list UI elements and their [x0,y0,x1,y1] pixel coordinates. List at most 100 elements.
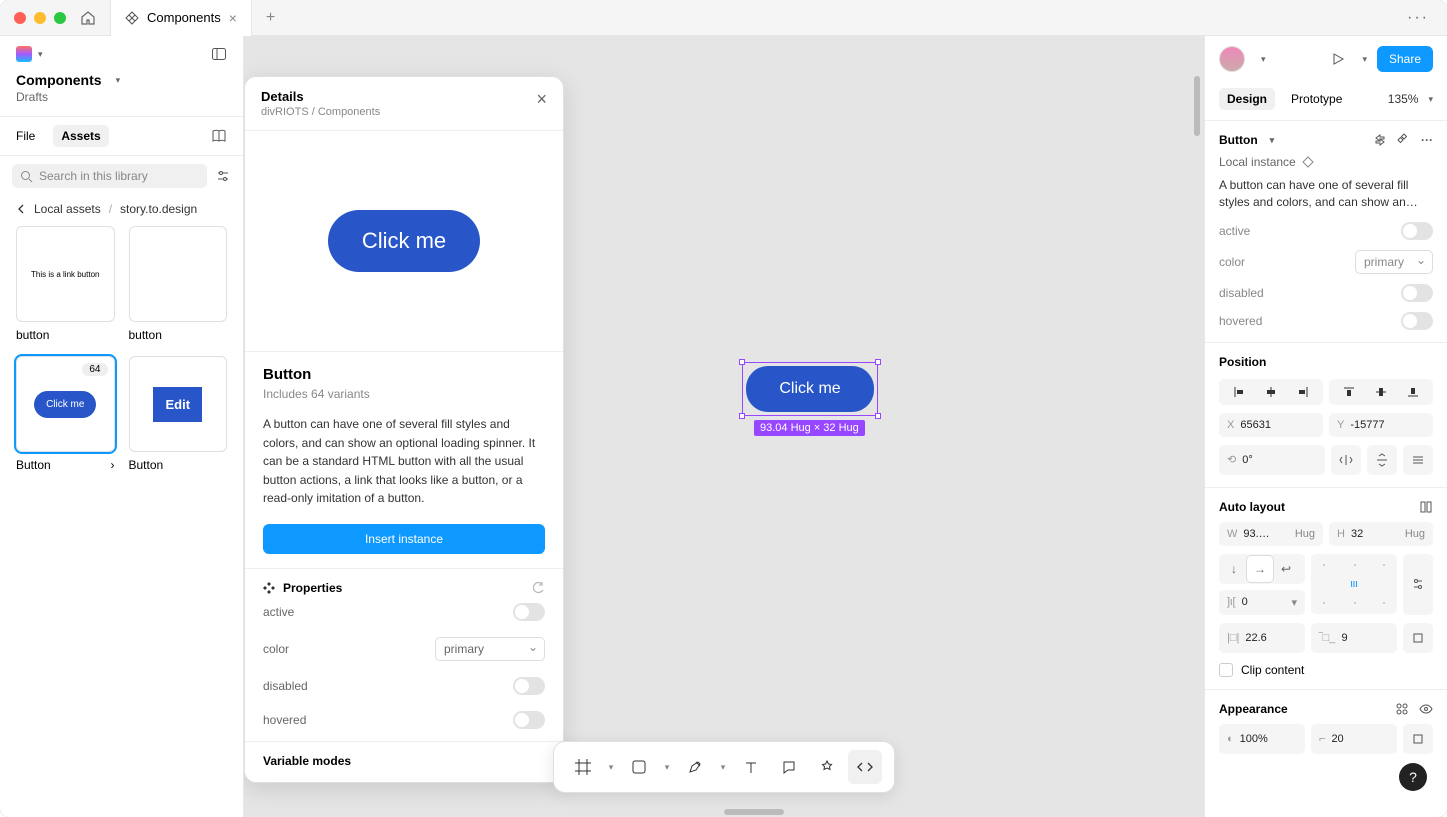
rotation-input[interactable]: ⟲0° [1219,445,1325,475]
chevron-down-icon[interactable]: ▾ [716,750,730,784]
asset-label: button [16,328,49,342]
comment-tool-icon[interactable] [772,750,806,784]
flip-h-icon[interactable] [1331,445,1361,475]
opacity-input[interactable]: ◐100% [1219,724,1305,754]
prop-active-toggle[interactable] [1401,222,1433,240]
direction-group[interactable]: ↓ → ↩ [1219,554,1305,584]
window-zoom-icon[interactable] [54,12,66,24]
chevron-down-icon[interactable]: ▾ [1362,54,1367,65]
dev-mode-icon[interactable] [848,750,882,784]
home-button[interactable] [80,10,110,26]
file-tab[interactable]: File [16,129,35,143]
more-icon[interactable]: ··· [1421,133,1433,147]
drafts-label[interactable]: Drafts [0,88,243,116]
autolayout-advanced-icon[interactable] [1403,554,1433,615]
frame-tool-icon[interactable] [566,750,600,784]
chevron-down-icon[interactable]: ▾ [1261,54,1266,65]
prop-hovered-label: hovered [263,713,306,727]
variant-count-badge: 64 [82,363,107,376]
prototype-tab[interactable]: Prototype [1291,92,1342,106]
visibility-icon[interactable] [1419,702,1433,716]
play-icon[interactable] [1330,51,1346,67]
chevron-down-icon[interactable]: ▾ [660,750,674,784]
avatar[interactable] [1219,46,1245,72]
padding-v-input[interactable]: ‾□_9 [1311,623,1397,653]
chevron-down-icon[interactable]: ▾ [116,75,121,86]
y-input[interactable]: Y-15777 [1329,413,1433,437]
scrollbar-vertical[interactable] [1194,76,1200,136]
chevron-right-icon: › [111,458,115,472]
search-icon [20,170,33,183]
prop-disabled-toggle[interactable] [1401,284,1433,302]
crumb-library[interactable]: story.to.design [120,202,197,216]
component-name[interactable]: Button [1219,133,1258,147]
prop-active-toggle[interactable] [513,603,545,621]
asset-item[interactable]: Edit Button [129,356,228,472]
align-vertical-group[interactable] [1329,379,1433,405]
style-icon[interactable] [1395,702,1409,716]
figma-logo-icon[interactable] [16,46,32,62]
height-input[interactable]: H32Hug [1329,522,1433,546]
autolayout-settings-icon[interactable] [1419,500,1433,514]
canvas[interactable]: Details divRIOTS / Components × Click me… [244,36,1204,817]
align-horizontal-group[interactable] [1219,379,1323,405]
new-tab-button[interactable]: + [252,9,289,27]
asset-item[interactable]: button [129,226,228,342]
scrollbar-horizontal[interactable] [724,809,784,815]
asset-item[interactable]: This is a link button button [16,226,115,342]
details-title: Button [263,366,545,383]
swap-instance-icon[interactable] [1373,133,1387,147]
variable-modes-label[interactable]: Variable modes [245,741,563,782]
refresh-icon[interactable] [531,581,545,595]
actions-icon[interactable] [810,750,844,784]
insert-instance-button[interactable]: Insert instance [263,524,545,554]
local-instance-label: Local instance [1219,155,1296,169]
window-close-icon[interactable] [14,12,26,24]
individual-corners-icon[interactable] [1403,724,1433,754]
prop-disabled-toggle[interactable] [513,677,545,695]
prop-hovered-toggle[interactable] [1401,312,1433,330]
align-center-v-icon [1373,384,1389,400]
padding-h-input[interactable]: |□|22.6 [1219,623,1305,653]
alignment-box[interactable]: ιιι [1311,554,1397,614]
prop-color-select[interactable]: primary [435,637,545,661]
width-input[interactable]: W93.…Hug [1219,522,1323,546]
chevron-down-icon[interactable]: ▾ [1270,135,1275,146]
clip-content-checkbox[interactable] [1219,663,1233,677]
assets-tab[interactable]: Assets [53,125,108,147]
pen-tool-icon[interactable] [678,750,712,784]
share-button[interactable]: Share [1377,46,1433,72]
clip-content-label: Clip content [1241,663,1304,677]
shape-tool-icon[interactable] [622,750,656,784]
library-icon[interactable] [211,128,227,144]
prop-hovered-toggle[interactable] [513,711,545,729]
chevron-down-icon[interactable]: ▾ [38,49,43,60]
zoom-control[interactable]: 135%▾ [1388,92,1433,106]
gap-input[interactable]: ]ι[0▾ [1219,590,1305,615]
filter-icon[interactable] [215,168,231,184]
back-icon[interactable] [16,204,26,214]
project-title[interactable]: Components [16,72,102,88]
tab-close-icon[interactable]: × [229,10,237,26]
prop-color-select[interactable]: primary [1355,250,1433,274]
asset-item[interactable]: 64 Click me Button› [16,356,115,472]
search-input[interactable]: Search in this library [12,164,207,188]
app-menu-icon[interactable]: ··· [1389,9,1447,27]
corner-radius-input[interactable]: ⌐20 [1311,724,1397,754]
asset-label: Button [16,458,51,472]
left-panel: ▾ Components ▾ Drafts File Assets [0,36,244,817]
tab-current[interactable]: Components × [110,0,252,36]
x-input[interactable]: X65631 [1219,413,1323,437]
more-transform-icon[interactable] [1403,445,1433,475]
go-to-main-icon[interactable] [1397,133,1411,147]
flip-v-icon[interactable] [1367,445,1397,475]
design-tab[interactable]: Design [1219,88,1275,110]
text-tool-icon[interactable] [734,750,768,784]
window-minimize-icon[interactable] [34,12,46,24]
individual-padding-icon[interactable] [1403,623,1433,653]
help-button[interactable]: ? [1399,763,1427,791]
chevron-down-icon[interactable]: ▾ [604,750,618,784]
panel-toggle-icon[interactable] [211,46,227,62]
crumb-local-assets[interactable]: Local assets [34,202,101,216]
close-icon[interactable]: × [536,89,547,110]
